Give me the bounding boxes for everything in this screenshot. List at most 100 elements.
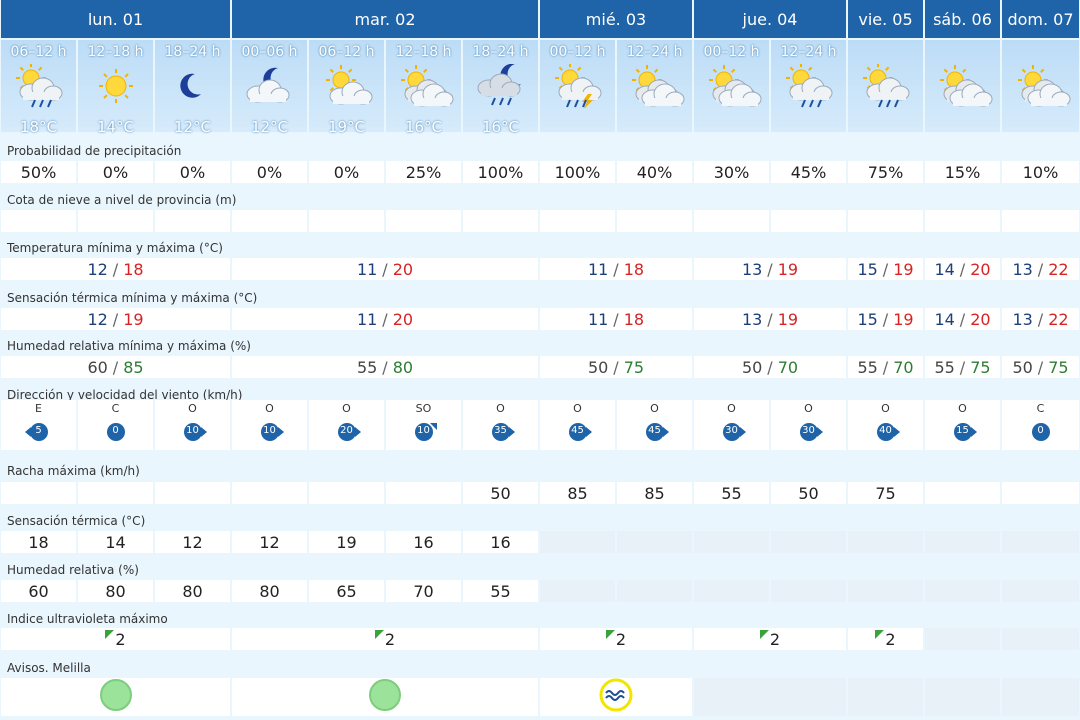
alert-cell[interactable] <box>232 678 538 716</box>
day-header[interactable]: vie. 05 <box>848 0 923 38</box>
separator: / <box>959 259 966 279</box>
precip-value: 0% <box>102 162 129 182</box>
period-label: 12–24 h <box>626 44 683 60</box>
humidity-cell-min: 50 <box>587 357 609 377</box>
alert-cell[interactable] <box>694 678 846 716</box>
period-temperature: 16°C <box>404 118 443 136</box>
uv-flag-icon <box>759 629 769 639</box>
snow-cell <box>848 210 923 232</box>
row-label-text: Humedad relativa (%) <box>7 563 139 577</box>
precip-value: 100% <box>477 162 524 182</box>
row-label: Humedad relativa mínima y máxima (%) <box>0 333 1080 353</box>
day-label: mié. 03 <box>585 9 647 29</box>
feels-like-cell-max: 19 <box>123 309 144 329</box>
feels-like-cell-min: 15 <box>857 309 878 329</box>
uv-value: 2 <box>615 629 627 649</box>
temperature-cell: 11/18 <box>540 258 692 280</box>
humidity-period-cell: 80 <box>232 580 307 602</box>
snow-cell <box>155 210 230 232</box>
yellow-coastal-alert-icon[interactable] <box>597 678 635 716</box>
precip-cell: 50% <box>1 161 76 183</box>
day-header[interactable]: dom. 07 <box>1002 0 1079 38</box>
period-temperature: 16°C <box>481 118 520 136</box>
wind-cell: E5 <box>1 400 76 450</box>
wind-speed: 35 <box>494 425 507 436</box>
gust-value: 85 <box>644 483 665 503</box>
period-cell: 06–12 h 18°C <box>1 40 76 136</box>
row-label: Cota de nieve a nivel de provincia (m) <box>0 187 1080 207</box>
wind-speed: 0 <box>112 425 119 436</box>
feels-like-period-cell <box>925 531 1000 553</box>
day-header[interactable]: jue. 04 <box>694 0 846 38</box>
feels-like-cell-min: 13 <box>741 309 763 329</box>
wind-speed: 40 <box>879 425 892 436</box>
wind-cell: O 30 <box>694 400 769 450</box>
precip-cell: 100% <box>540 161 615 183</box>
temperature-cell-max: 19 <box>893 259 914 279</box>
humidity-period-cell <box>1002 580 1079 602</box>
feels-like-period-cell-value: 14 <box>105 532 126 552</box>
alert-cell[interactable] <box>848 678 923 716</box>
humidity-cell: 55/75 <box>925 356 1000 378</box>
precip-cell: 15% <box>925 161 1000 183</box>
feels-like-cell: 12/19 <box>1 308 230 330</box>
snow-cell <box>617 210 692 232</box>
temperature-cell: 13/22 <box>1002 258 1079 280</box>
period-cell: 00–12 h <box>540 40 615 132</box>
feels-like-cell-max: 20 <box>392 309 414 329</box>
row-label-text: Avisos. Melilla <box>7 661 91 675</box>
precip-value: 50% <box>20 162 57 182</box>
feels-like-cell: 13/22 <box>1002 308 1079 330</box>
feels-like-period-cell <box>1002 531 1079 553</box>
period-cell <box>848 40 923 132</box>
day-header[interactable]: mié. 03 <box>540 0 692 38</box>
wind-direction: E <box>35 402 42 415</box>
day-label: mar. 02 <box>354 9 416 29</box>
day-header[interactable]: lun. 01 <box>1 0 230 38</box>
temperature-cell-min: 15 <box>857 259 878 279</box>
feels-like-period-cell: 12 <box>232 531 307 553</box>
wind-arrow-icon: 30 <box>793 420 825 444</box>
period-temperature: 12°C <box>173 118 212 136</box>
temperature-cell-max: 18 <box>623 259 645 279</box>
green-alert-icon[interactable] <box>97 678 135 716</box>
feels-like-period-cell-value: 19 <box>336 532 357 552</box>
feels-like-period-cell <box>694 531 769 553</box>
feels-like-period-cell-value: 18 <box>28 532 49 552</box>
day-header[interactable]: sáb. 06 <box>925 0 1000 38</box>
uv-flag-icon <box>605 629 615 639</box>
sun-icon <box>86 64 146 108</box>
day-header[interactable]: mar. 02 <box>232 0 538 38</box>
wind-arrow-icon: 15 <box>947 420 979 444</box>
humidity-period-cell <box>848 580 923 602</box>
humidity-period-cell: 60 <box>1 580 76 602</box>
wind-cell: O 45 <box>617 400 692 450</box>
row-label: Racha máxima (km/h) <box>0 458 1080 478</box>
sun-clouds-icon <box>1011 64 1071 108</box>
humidity-cell-max: 75 <box>623 357 645 377</box>
sun-clouds-icon <box>933 64 993 108</box>
temperature-cell-min: 11 <box>356 259 378 279</box>
wind-direction: O <box>727 402 736 415</box>
wind-direction: O <box>958 402 967 415</box>
period-label: 18–24 h <box>472 44 529 60</box>
period-temperature: 19°C <box>327 118 366 136</box>
temperature-cell-min: 12 <box>87 259 108 279</box>
feels-like-period-cell-value: 16 <box>490 532 511 552</box>
alert-cell[interactable] <box>540 678 692 716</box>
wind-direction: C <box>111 402 120 415</box>
day-label: vie. 05 <box>858 9 913 29</box>
uv-cell <box>1002 628 1079 650</box>
separator: / <box>112 309 119 329</box>
green-alert-icon[interactable] <box>366 678 404 716</box>
period-cell <box>1002 40 1079 132</box>
alert-cell[interactable] <box>925 678 1000 716</box>
period-temperature: 14°C <box>96 118 135 136</box>
alert-cell[interactable] <box>1 678 230 716</box>
gust-value: 55 <box>721 483 742 503</box>
humidity-period-cell: 80 <box>78 580 153 602</box>
humidity-period-cell-value: 80 <box>182 581 203 601</box>
alert-cell[interactable] <box>1002 678 1079 716</box>
separator: / <box>1037 309 1044 329</box>
temperature-cell-max: 20 <box>970 259 991 279</box>
